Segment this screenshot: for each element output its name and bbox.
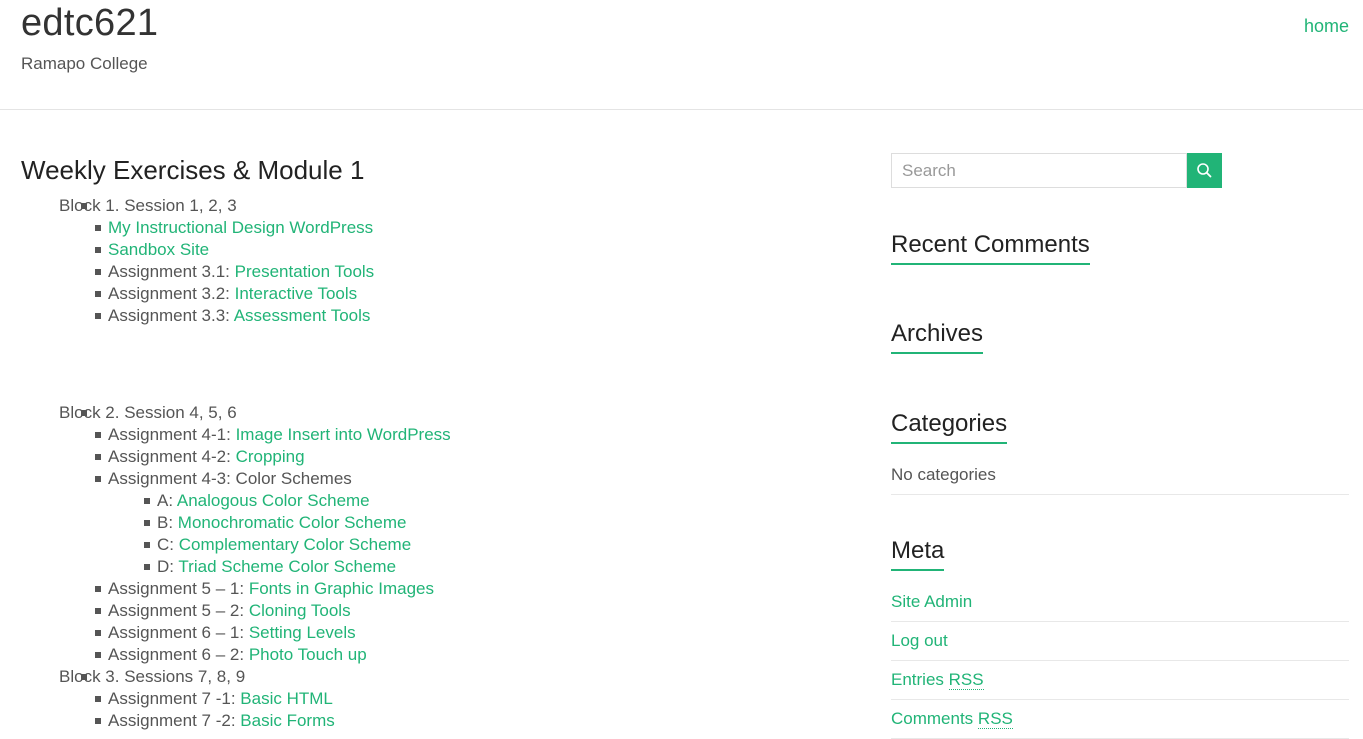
scheme-label: D: [157, 557, 179, 576]
block-label: Block 2. Session 4, 5, 6 [59, 403, 237, 422]
search-input[interactable] [891, 153, 1187, 188]
assignment-label: Assignment 7 -1: [108, 689, 241, 708]
list-item: Assignment 4-3: Color Schemes A: Analogo… [95, 468, 841, 578]
assignment-link[interactable]: Sandbox Site [108, 240, 209, 259]
list-item: Assignment 3.3: Assessment Tools [95, 305, 841, 327]
assignment-link[interactable]: Setting Levels [249, 623, 356, 642]
list-item: Sandbox Site [95, 239, 841, 261]
assignment-link[interactable]: Cropping [236, 447, 305, 466]
entries-label: Entries [891, 670, 949, 689]
list-item: B: Monochromatic Color Scheme [144, 512, 841, 534]
meta-list: Site Admin Log out Entries RSS Comments … [891, 583, 1349, 739]
list-item: Assignment 6 – 1: Setting Levels [95, 622, 841, 644]
list-item: Assignment 3.2: Interactive Tools [95, 283, 841, 305]
list-item: Assignment 7 -1: Basic HTML [95, 688, 841, 710]
list-item: C: Complementary Color Scheme [144, 534, 841, 556]
block-label: Block 1. Session 1, 2, 3 [59, 196, 237, 215]
list-item: Assignment 5 – 2: Cloning Tools [95, 600, 841, 622]
assignment-label: Assignment 5 – 2: [108, 601, 249, 620]
assignment-link[interactable]: Basic Forms [240, 711, 334, 730]
list-item: Assignment 5 – 1: Fonts in Graphic Image… [95, 578, 841, 600]
scheme-label: C: [157, 535, 179, 554]
scheme-label: B: [157, 513, 178, 532]
list-item: D: Triad Scheme Color Scheme [144, 556, 841, 578]
archives-widget: Archives [891, 320, 984, 354]
site-admin-link[interactable]: Site Admin [891, 592, 972, 611]
list-item: Assignment 4-1: Image Insert into WordPr… [95, 424, 841, 446]
search-icon [1197, 163, 1212, 178]
list-item: Assignment 7 -2: Basic Forms [95, 710, 841, 732]
sidebar: Recent Comments Archives Categories No c… [891, 153, 1349, 739]
assignment-link[interactable]: Cloning Tools [249, 601, 351, 620]
assignment-label: Assignment 4-3: Color Schemes [108, 469, 352, 488]
scheme-link[interactable]: Triad Scheme Color Scheme [178, 557, 396, 576]
scheme-label: A: [157, 491, 177, 510]
assignment-label: Assignment 4-1: [108, 425, 236, 444]
search-button[interactable] [1187, 153, 1222, 188]
list-item: Assignment 6 – 2: Photo Touch up [95, 644, 841, 666]
widget-title-archives: Archives [891, 320, 984, 354]
list-item: Entries RSS [891, 661, 1349, 700]
scheme-link[interactable]: Complementary Color Scheme [179, 535, 411, 554]
block-item: Block 1. Session 1, 2, 3 My Instructiona… [59, 195, 841, 327]
assignment-link[interactable]: My Instructional Design WordPress [108, 218, 373, 237]
list-item: No categories [891, 456, 1349, 495]
list-item: Site Admin [891, 583, 1349, 622]
site-title[interactable]: edtc621 [21, 2, 158, 45]
assignment-list: Assignment 4-1: Image Insert into WordPr… [59, 424, 841, 666]
assignment-link[interactable]: Image Insert into WordPress [236, 425, 451, 444]
list-item: My Instructional Design WordPress [95, 217, 841, 239]
block-label: Block 3. Sessions 7, 8, 9 [59, 667, 246, 686]
categories-widget: Categories No categories [891, 410, 1349, 495]
assignment-list: My Instructional Design WordPress Sandbo… [59, 217, 841, 327]
rss-abbr: RSS [948, 670, 984, 690]
assignment-list: Assignment 7 -1: Basic HTML Assignment 7… [59, 688, 841, 732]
block-item: Block 2. Session 4, 5, 6 Assignment 4-1:… [59, 402, 841, 666]
recent-comments-widget: Recent Comments [891, 231, 1090, 265]
block-list: Block 2. Session 4, 5, 6 Assignment 4-1:… [21, 402, 841, 732]
rss-abbr: RSS [977, 709, 1013, 729]
scheme-link[interactable]: Analogous Color Scheme [177, 491, 370, 510]
comments-label: Comments [891, 709, 978, 728]
search-form [891, 153, 1222, 188]
categories-list: No categories [891, 456, 1349, 495]
assignment-label: Assignment 7 -2: [108, 711, 241, 730]
widget-title-meta: Meta [891, 537, 945, 571]
assignment-link[interactable]: Basic HTML [240, 689, 333, 708]
entries-rss-link[interactable]: Entries RSS [891, 670, 984, 690]
assignment-label: Assignment 6 – 1: [108, 623, 249, 642]
main-content: Weekly Exercises & Module 1 Block 1. Ses… [21, 150, 841, 732]
nav-home-link[interactable]: home [1304, 16, 1349, 37]
list-item: Assignment 4-2: Cropping [95, 446, 841, 468]
assignment-label: Assignment 3.1: [108, 262, 235, 281]
assignment-label: Assignment 3.3: [108, 306, 234, 325]
page-title: Weekly Exercises & Module 1 [21, 155, 365, 185]
list-item: A: Analogous Color Scheme [144, 490, 841, 512]
assignment-link[interactable]: Fonts in Graphic Images [249, 579, 434, 598]
assignment-link[interactable]: Interactive Tools [235, 284, 358, 303]
log-out-link[interactable]: Log out [891, 631, 948, 650]
assignment-label: Assignment 3.2: [108, 284, 235, 303]
meta-widget: Meta Site Admin Log out Entries RSS Comm… [891, 537, 1349, 739]
list-item: Log out [891, 622, 1349, 661]
assignment-label: Assignment 5 – 1: [108, 579, 249, 598]
assignment-link[interactable]: Photo Touch up [249, 645, 367, 664]
list-item: Comments RSS [891, 700, 1349, 739]
assignment-link[interactable]: Assessment Tools [234, 306, 371, 325]
assignment-label: Assignment 6 – 2: [108, 645, 249, 664]
site-header: edtc621 Ramapo College home [0, 0, 1363, 110]
assignment-label: Assignment 4-2: [108, 447, 236, 466]
assignment-link[interactable]: Presentation Tools [235, 262, 375, 281]
color-scheme-list: A: Analogous Color Scheme B: Monochromat… [108, 490, 841, 578]
scheme-link[interactable]: Monochromatic Color Scheme [178, 513, 407, 532]
block-item: Block 3. Sessions 7, 8, 9 Assignment 7 -… [59, 666, 841, 732]
widget-title-categories: Categories [891, 410, 1008, 444]
list-item: Assignment 3.1: Presentation Tools [95, 261, 841, 283]
widget-title-recent-comments: Recent Comments [891, 231, 1090, 265]
site-description: Ramapo College [21, 54, 148, 73]
exercise-list: Block 1. Session 1, 2, 3 My Instructiona… [21, 195, 841, 732]
comments-rss-link[interactable]: Comments RSS [891, 709, 1013, 729]
block-list: Block 1. Session 1, 2, 3 My Instructiona… [21, 195, 841, 327]
